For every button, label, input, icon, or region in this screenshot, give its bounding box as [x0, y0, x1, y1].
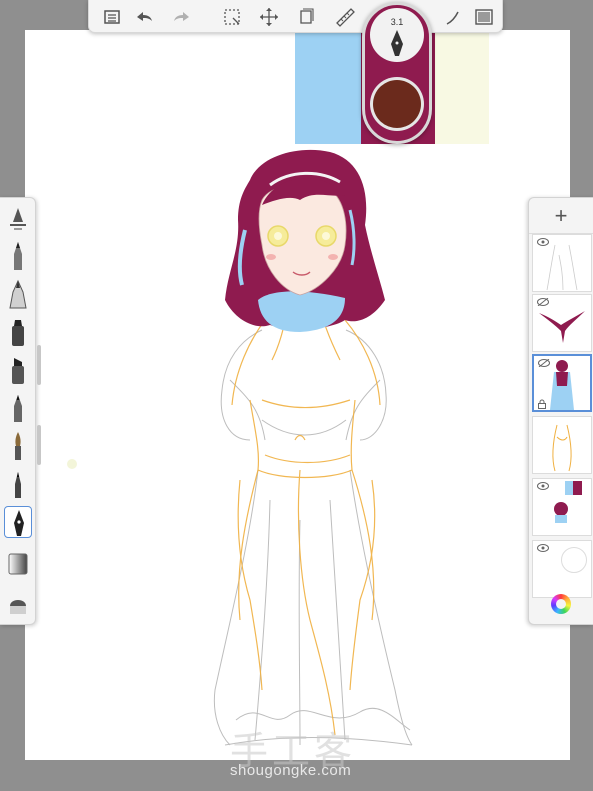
layer-color-reference[interactable] — [532, 478, 592, 536]
fine-pen-icon[interactable] — [4, 468, 32, 500]
airbrush-icon[interactable] — [4, 278, 32, 310]
layer-orange-sketch[interactable] — [532, 416, 592, 474]
color-icon[interactable] — [441, 6, 463, 28]
background-color-circle[interactable] — [561, 547, 587, 573]
top-toolbar — [88, 0, 503, 33]
menu-icon[interactable] — [101, 6, 123, 28]
layers-icon[interactable] — [296, 6, 318, 28]
eye-hidden-icon[interactable] — [538, 359, 550, 367]
add-layer-button[interactable]: + — [529, 198, 593, 234]
current-color-swatch — [373, 80, 421, 128]
redo-icon[interactable] — [171, 6, 193, 28]
layer-thumbnail — [552, 424, 572, 472]
lock-icon[interactable] — [537, 399, 547, 409]
eye-hidden-icon[interactable] — [537, 298, 549, 306]
palette-drag-handle[interactable] — [37, 425, 41, 465]
selection-icon[interactable] — [221, 6, 243, 28]
eraser-icon[interactable] — [4, 588, 32, 620]
brush-popup[interactable]: 3.1 — [362, 2, 432, 144]
layer-colored-dress[interactable] — [532, 354, 592, 412]
brush-size-indicator[interactable]: 3.1 — [370, 8, 424, 62]
ruler-icon[interactable] — [334, 6, 356, 28]
smudge-icon[interactable] — [4, 548, 32, 580]
transform-icon[interactable] — [258, 6, 280, 28]
ballpoint-pen-icon[interactable] — [4, 392, 32, 424]
layer-background[interactable] — [532, 540, 592, 598]
eye-icon[interactable] — [537, 482, 549, 490]
undo-icon[interactable] — [133, 6, 155, 28]
layers-panel: + — [528, 197, 593, 625]
palette-drag-handle[interactable] — [37, 345, 41, 385]
eye-icon[interactable] — [537, 238, 549, 246]
artwork-sketch[interactable] — [0, 0, 593, 791]
eye-icon[interactable] — [537, 544, 549, 552]
chisel-marker-icon[interactable] — [4, 354, 32, 386]
color-wheel-icon[interactable] — [551, 594, 571, 614]
paintbrush-icon[interactable] — [4, 430, 32, 462]
fountain-pen-icon[interactable] — [4, 506, 32, 538]
layer-hidden-hair-shape[interactable] — [532, 294, 592, 352]
app-screen: 3.1 + 手工客 shougongke.com — [0, 0, 593, 791]
watermark-url: shougongke.com — [230, 762, 352, 779]
pencil-icon[interactable] — [4, 240, 32, 272]
marker-icon[interactable] — [4, 316, 32, 348]
canvas-icon[interactable] — [473, 6, 495, 28]
fountain-pen-icon — [391, 30, 403, 56]
current-color-button[interactable] — [370, 77, 424, 131]
layer-sketch-lines[interactable] — [532, 234, 592, 292]
brush-size-label: 3.1 — [390, 17, 404, 27]
brush-settings-icon[interactable] — [4, 202, 32, 234]
brush-palette — [0, 197, 36, 625]
